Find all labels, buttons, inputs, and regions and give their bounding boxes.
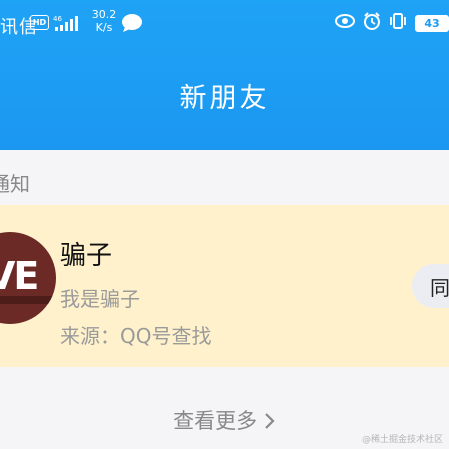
chevron-right-icon	[264, 409, 276, 433]
section-label-notifications: 通知	[0, 172, 30, 196]
avatar-logo-text: VE	[0, 254, 39, 298]
watermark: @稀土掘金技术社区	[361, 435, 443, 445]
page-title: 新朋友	[179, 83, 270, 114]
speed-value: 30.2	[91, 8, 117, 21]
request-source: 来源：QQ号查找	[60, 324, 212, 348]
signal-icon: 46	[53, 14, 83, 32]
avatar-band	[0, 296, 56, 304]
hd-badge: HD	[30, 15, 49, 30]
vibrate-icon	[389, 12, 407, 35]
new-friends-screen: 讯信 HD 46 30.2 K/s 43 新朋友 知 E 骗子 我是骗子 来源：…	[0, 0, 449, 449]
speed-unit: K/s	[95, 21, 113, 34]
network-type: 46	[53, 15, 62, 23]
view-more-link[interactable]: 查看更多	[0, 405, 449, 435]
eye-icon	[335, 13, 355, 34]
status-right-icons: 43	[335, 11, 449, 35]
battery-indicator: 43	[415, 14, 449, 32]
alarm-clock-icon	[363, 11, 381, 35]
accept-button[interactable]: 同	[412, 264, 449, 308]
requester-name[interactable]: 骗子	[60, 235, 112, 272]
network-speed: 30.2 K/s	[89, 8, 119, 34]
chat-bubble-icon	[121, 13, 143, 33]
header: 讯信 HD 46 30.2 K/s 43 新朋友	[0, 0, 449, 150]
view-more-label: 查看更多	[173, 409, 258, 433]
request-message: 我是骗子	[60, 287, 140, 311]
status-bar: 讯信 HD 46 30.2 K/s 43	[0, 0, 449, 44]
